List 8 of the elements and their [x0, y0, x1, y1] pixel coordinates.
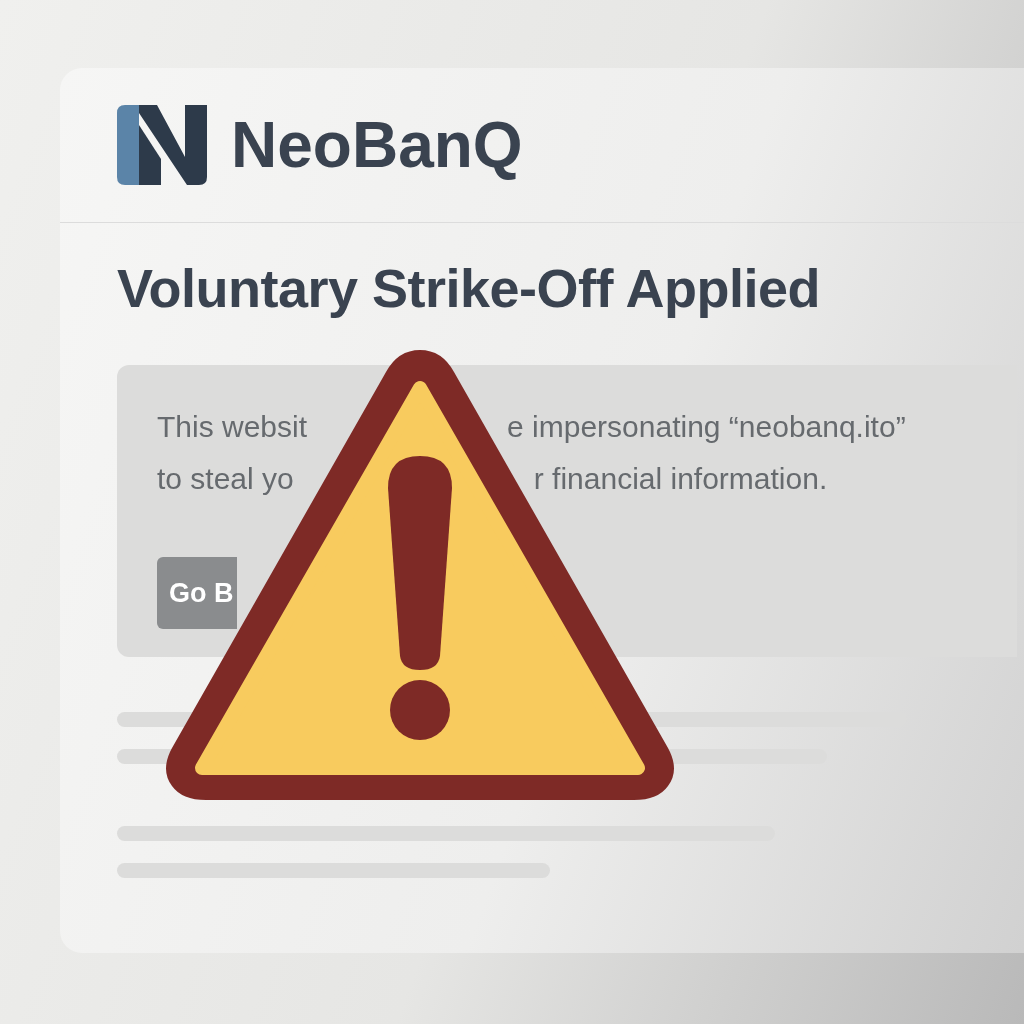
notice-text: This websit — [157, 410, 308, 445]
page-title: Voluntary Strike-Off Applied — [117, 257, 822, 319]
logo-icon — [117, 105, 207, 185]
notice-text: to steal yo — [157, 462, 294, 497]
notice-text: r financial information. — [533, 462, 828, 497]
brand-name: NeoBanQ — [231, 108, 523, 182]
notice-text: e impersonating “neobanq.ito” — [507, 410, 906, 445]
go-back-button[interactable]: Go B — [157, 557, 237, 629]
